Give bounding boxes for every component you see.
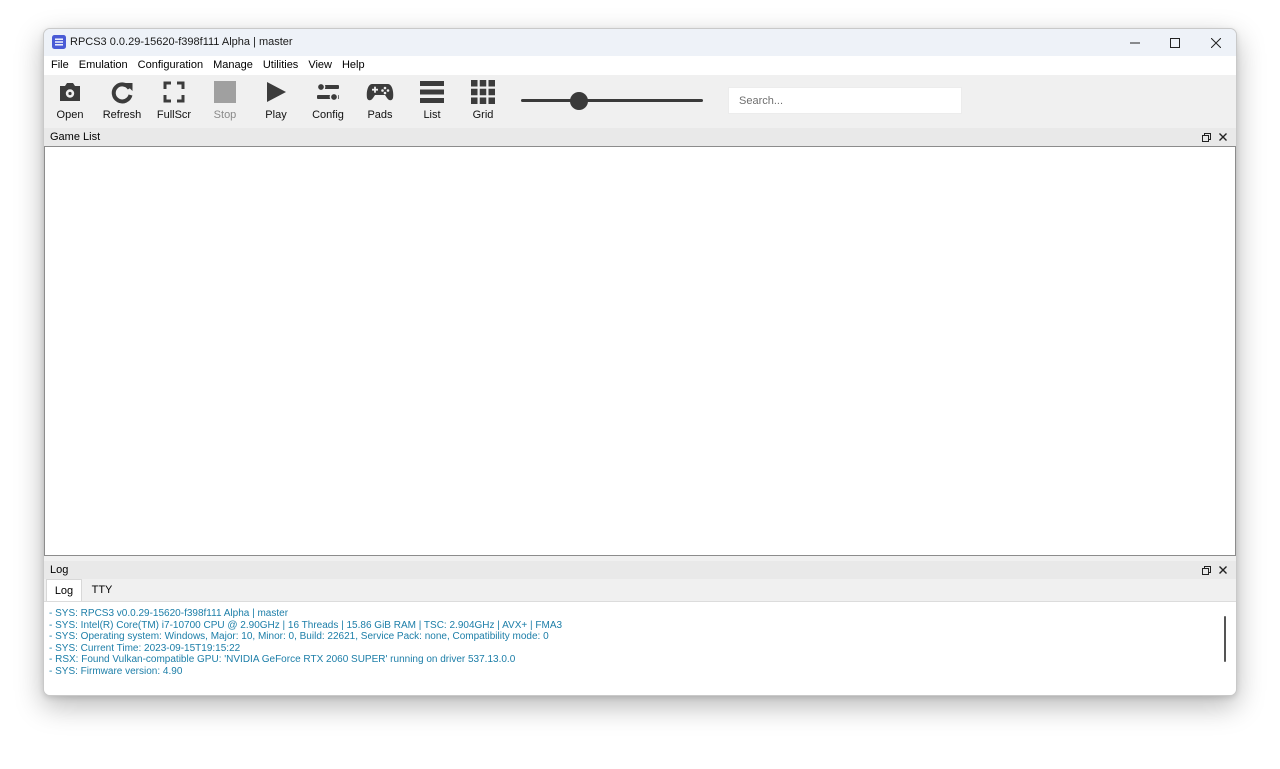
- tab-log[interactable]: Log: [46, 579, 82, 601]
- stop-icon: [214, 81, 236, 103]
- list-view-button[interactable]: List: [415, 79, 449, 125]
- game-list-header: Game List: [44, 128, 1236, 146]
- window-title: RPCS3 0.0.29-15620-f398f111 Alpha | mast…: [70, 36, 293, 48]
- log-close-button[interactable]: [1217, 563, 1229, 577]
- pads-button[interactable]: Pads: [362, 79, 398, 125]
- game-list-title: Game List: [50, 131, 101, 143]
- menu-configuration[interactable]: Configuration: [133, 56, 208, 75]
- close-window-button[interactable]: [1196, 29, 1236, 56]
- game-list-float-button[interactable]: [1200, 130, 1212, 144]
- minimize-icon: [1130, 42, 1140, 43]
- game-list-close-button[interactable]: [1217, 130, 1229, 144]
- menu-utilities[interactable]: Utilities: [258, 56, 303, 75]
- title-bar[interactable]: RPCS3 0.0.29-15620-f398f111 Alpha | mast…: [44, 29, 1236, 56]
- close-icon: [1219, 133, 1227, 141]
- log-scrollbar[interactable]: [1224, 616, 1226, 662]
- fullscreen-icon: [163, 81, 185, 103]
- gamepad-icon: [366, 84, 394, 101]
- play-button[interactable]: Play: [259, 79, 293, 125]
- list-icon: [420, 81, 444, 103]
- stop-button[interactable]: Stop: [208, 79, 242, 125]
- maximize-icon: [1170, 37, 1180, 48]
- log-line: - SYS: RPCS3 v0.0.29-15620-f398f111 Alph…: [49, 608, 289, 619]
- log-line: - SYS: Intel(R) Core(TM) i7-10700 CPU @ …: [49, 619, 563, 631]
- toolbar: Open Refresh FullScr Stop Play Config Pa…: [44, 75, 1236, 127]
- close-icon: [1211, 37, 1221, 48]
- tab-tty[interactable]: TTY: [84, 579, 120, 601]
- menu-manage[interactable]: Manage: [208, 56, 258, 75]
- log-title: Log: [50, 564, 69, 576]
- log-float-button[interactable]: [1200, 563, 1212, 577]
- fullscreen-button[interactable]: FullScr: [154, 79, 194, 125]
- menu-help[interactable]: Help: [337, 56, 370, 75]
- menu-file[interactable]: File: [46, 56, 74, 75]
- main-window: RPCS3 0.0.29-15620-f398f111 Alpha | mast…: [43, 28, 1237, 696]
- icon-size-slider-handle[interactable]: [570, 92, 589, 110]
- minimize-button[interactable]: [1115, 29, 1155, 56]
- menu-bar: File Emulation Configuration Manage Util…: [44, 56, 1236, 75]
- log-line: - SYS: Current Time: 2023-09-15T19:15:22: [49, 642, 241, 654]
- menu-emulation[interactable]: Emulation: [74, 56, 133, 75]
- close-icon: [1219, 566, 1227, 574]
- menu-view[interactable]: View: [303, 56, 337, 75]
- play-icon: [267, 82, 286, 102]
- icon-size-slider-track[interactable]: [521, 99, 703, 102]
- open-button[interactable]: Open: [53, 79, 87, 125]
- rpcs3-app-icon: [52, 35, 66, 49]
- log-line: - SYS: Operating system: Windows, Major:…: [49, 631, 549, 642]
- log-output[interactable]: - SYS: RPCS3 v0.0.29-15620-f398f111 Alph…: [44, 601, 1236, 695]
- refresh-button[interactable]: Refresh: [102, 79, 142, 125]
- refresh-icon: [111, 82, 133, 104]
- open-disc-icon: [60, 83, 80, 101]
- maximize-button[interactable]: [1155, 29, 1195, 56]
- float-window-icon: [1201, 565, 1211, 575]
- grid-icon: [471, 80, 495, 104]
- float-window-icon: [1201, 132, 1211, 142]
- log-header: Log: [44, 561, 1236, 579]
- log-line: - SYS: Firmware version: 4.90: [49, 665, 183, 677]
- config-button[interactable]: Config: [308, 79, 348, 125]
- log-lines: - SYS: RPCS3 v0.0.29-15620-f398f111 Alph…: [49, 608, 562, 677]
- config-sliders-icon: [316, 82, 339, 102]
- grid-view-button[interactable]: Grid: [466, 79, 500, 125]
- log-line: - RSX: Found Vulkan-compatible GPU: 'NVI…: [49, 654, 516, 665]
- log-tab-bar: Log TTY: [44, 579, 1236, 601]
- game-list-table[interactable]: [44, 146, 1236, 556]
- search-input[interactable]: [728, 87, 962, 114]
